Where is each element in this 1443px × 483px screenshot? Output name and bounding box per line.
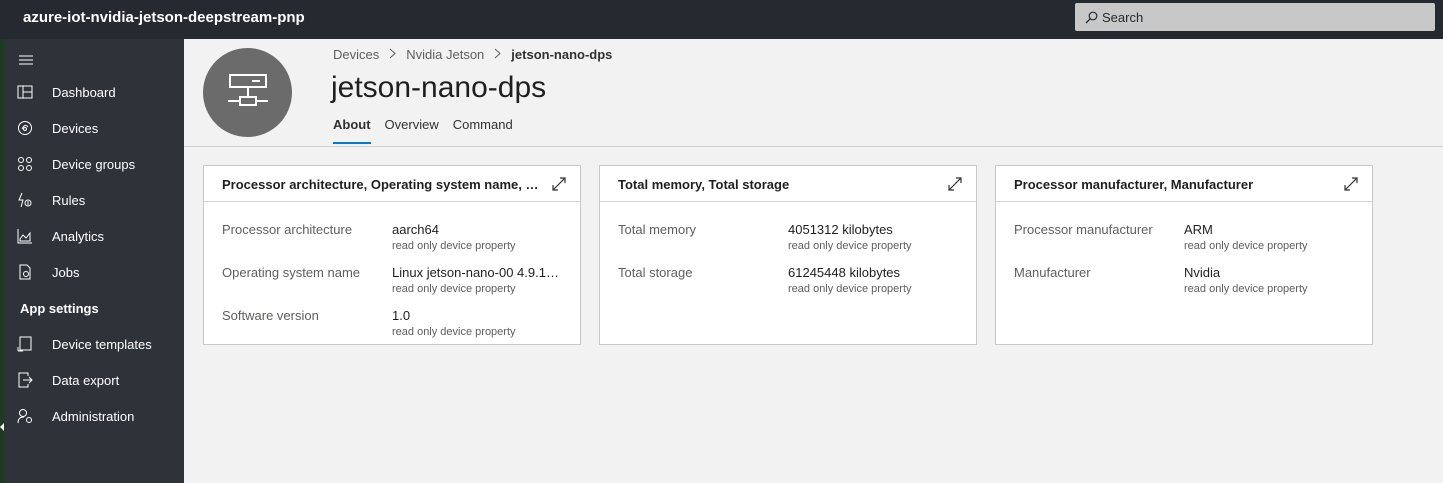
data-export-icon [18,372,33,388]
sidebar-item-label: Jobs [52,264,80,280]
property-card: Processor manufacturer, Manufacturer Pro… [995,165,1373,345]
breadcrumb: Devices Nvidia Jetson jetson-nano-dps [333,47,612,62]
sidebar-item-device-groups[interactable]: Device groups [5,146,184,182]
expand-icon[interactable] [947,176,963,192]
dashboard-icon [17,85,33,99]
property-card: Total memory, Total storage Total memory… [599,165,977,345]
property-name: Processor manufacturer [1014,222,1153,237]
sidebar-item-analytics[interactable]: Analytics [5,218,184,254]
breadcrumb-item-current: jetson-nano-dps [511,47,613,62]
property-note: read only device property [1184,283,1308,295]
chevron-right-icon [494,47,502,62]
card-title: Processor manufacturer, Manufacturer [1014,177,1254,192]
app-settings-heading: App settings [20,301,99,316]
card-header: Processor manufacturer, Manufacturer [996,166,1372,202]
sidebar-item-label: Dashboard [52,84,116,100]
collapse-grip-icon[interactable] [0,423,4,431]
device-groups-icon [18,157,32,171]
sidebar: Dashboard Devices Device groups Rules An… [5,39,184,483]
property-name: Operating system name [222,265,361,280]
sidebar-item-label: Device groups [52,156,136,172]
search-input[interactable]: Search [1102,10,1143,25]
property-value: Nvidia [1184,265,1221,280]
property-value: ARM [1184,222,1213,237]
sidebar-item-label: Device templates [52,336,152,352]
tab-bar: About Overview Command [333,117,527,144]
expand-icon[interactable] [1343,176,1359,192]
expand-icon[interactable] [551,176,567,192]
property-note: read only device property [392,283,516,295]
property-name: Manufacturer [1014,265,1091,280]
card-title: Total memory, Total storage [618,177,790,192]
breadcrumb-item-template[interactable]: Nvidia Jetson [406,47,484,62]
sidebar-item-device-templates[interactable]: Device templates [5,326,184,362]
administration-icon [17,409,32,424]
app-title[interactable]: azure-iot-nvidia-jetson-deepstream-pnp [23,9,305,26]
property-name: Total storage [618,265,693,280]
tab-about[interactable]: About [333,117,371,144]
network-device-icon [227,73,268,106]
property-name: Processor architecture [222,222,353,237]
sidebar-item-rules[interactable]: Rules [5,182,184,218]
property-note: read only device property [392,326,516,338]
analytics-icon [17,229,32,244]
sidebar-item-data-export[interactable]: Data export [5,362,184,398]
property-value: 4051312 kilobytes [788,222,893,237]
search-icon [1085,11,1098,23]
card-header: Processor architecture, Operating system… [204,166,580,202]
breadcrumb-item-devices[interactable]: Devices [333,47,379,62]
sidebar-item-devices[interactable]: Devices [5,110,184,146]
sidebar-item-label: Devices [52,120,99,136]
property-value: Linux jetson-nano-00 4.9.140-tegra [392,265,564,280]
rules-icon [18,192,32,208]
property-value: aarch64 [392,222,439,237]
jobs-icon [19,264,31,280]
property-note: read only device property [1184,240,1308,252]
sidebar-item-label: Data export [52,372,120,388]
tab-overview[interactable]: Overview [385,117,439,144]
device-avatar [203,48,292,137]
property-value: 61245448 kilobytes [788,265,901,280]
top-bar: azure-iot-nvidia-jetson-deepstream-pnp S… [0,0,1443,39]
devices-icon [18,121,32,135]
property-value: 1.0 [392,308,411,323]
search-box[interactable]: Search [1075,3,1435,31]
chevron-right-icon [389,47,396,62]
sidebar-item-label: Analytics [52,228,105,244]
tab-command[interactable]: Command [453,117,513,144]
property-name: Software version [222,308,319,323]
property-note: read only device property [788,283,912,295]
property-note: read only device property [392,240,516,252]
sidebar-item-administration[interactable]: Administration [5,398,184,434]
page-title: jetson-nano-dps [331,71,547,104]
property-name: Total memory [618,222,697,237]
sidebar-item-jobs[interactable]: Jobs [5,254,184,290]
hamburger-menu-icon[interactable] [19,52,33,70]
sidebar-item-label: Rules [52,192,86,208]
property-note: read only device property [788,240,912,252]
device-header: Devices Nvidia Jetson jetson-nano-dps je… [184,39,1443,147]
sidebar-item-dashboard[interactable]: Dashboard [5,74,184,110]
device-templates-icon [17,336,32,352]
sidebar-item-label: Administration [52,408,135,424]
card-title: Processor architecture, Operating system… [222,177,542,192]
card-header: Total memory, Total storage [600,166,976,202]
property-card: Processor architecture, Operating system… [203,165,581,345]
